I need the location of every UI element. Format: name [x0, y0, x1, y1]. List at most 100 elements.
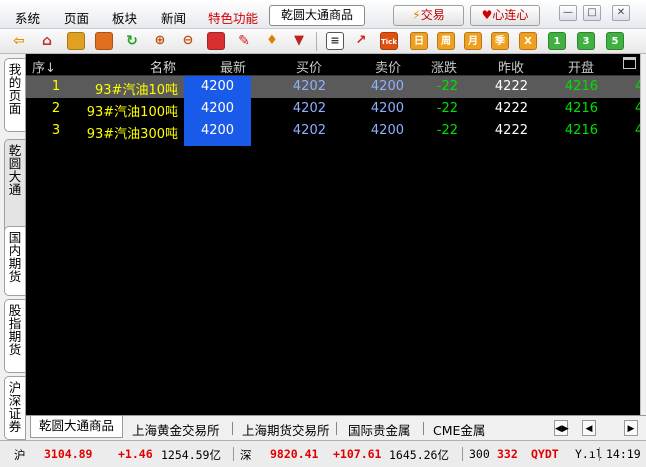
scroll-left-icon[interactable]: ◀ — [582, 420, 596, 436]
row-name: 93#汽油10吨 — [95, 83, 178, 98]
heart-icon: ♥ — [481, 8, 493, 22]
row-pre: 4222 — [494, 101, 528, 116]
row-idx: 2 — [51, 101, 61, 116]
table-row[interactable]: 1 93#汽油10吨 4200 4202 4200 -22 4222 4216 … — [26, 76, 640, 98]
lightning-icon: ⚡ — [412, 8, 421, 22]
row-ask: 4200 — [370, 123, 404, 138]
month-button[interactable]: 月 — [464, 32, 482, 50]
count2: 332 — [497, 447, 518, 461]
col-chg[interactable]: 涨跌 — [431, 57, 457, 76]
count: 300 — [469, 447, 490, 461]
tab-qianyuan[interactable]: 乾圆大通商品 — [30, 416, 124, 438]
min1-button[interactable]: 1 — [548, 32, 566, 50]
toolbar-divider — [316, 32, 317, 51]
col-open[interactable]: 开盘 — [568, 57, 594, 76]
side-tabs: 我的页面 乾圆大通 国内期货 股指期货 沪深证券 — [0, 54, 26, 440]
day-button[interactable]: 日 — [410, 32, 428, 50]
row-last: 4200 — [184, 120, 251, 142]
sh-index: 3104.89 — [44, 447, 93, 461]
sz-index: 9820.41 — [270, 447, 319, 461]
menu-sector[interactable]: 板块 — [112, 8, 137, 27]
week-button[interactable]: 周 — [437, 32, 455, 50]
zoom-in-icon[interactable]: ⊕ — [151, 32, 169, 50]
table-row[interactable]: 2 93#汽油100吨 4200 4202 4200 -22 4222 4216… — [26, 98, 640, 120]
sidetab-my-page[interactable]: 我的页面 — [4, 58, 25, 132]
col-name[interactable]: 名称 — [150, 57, 176, 76]
back-icon[interactable]: ⇦ — [10, 32, 28, 50]
market-tab[interactable]: 乾圆大通商品 — [269, 5, 365, 26]
window-icon[interactable] — [623, 57, 636, 69]
min5-button[interactable]: 5 — [606, 32, 624, 50]
menu-news[interactable]: 新闻 — [161, 8, 186, 27]
pen-icon[interactable]: ✎ — [235, 32, 253, 50]
f10-icon[interactable] — [95, 32, 113, 50]
tab-cme[interactable]: CME金属 — [433, 420, 485, 439]
scroll-right-icon[interactable]: ▶ — [624, 420, 638, 436]
sz-change: +107.61 — [333, 447, 382, 461]
grid-header: 序↓ 名称 最新 买价 卖价 涨跌 昨收 开盘 — [26, 54, 640, 76]
zoom-out-icon[interactable]: ⊖ — [179, 32, 197, 50]
bell-icon[interactable]: ♦ — [263, 32, 281, 50]
refresh-icon[interactable]: ↻ — [123, 32, 141, 50]
row-ask: 4200 — [370, 79, 404, 94]
row-last: 4200 — [184, 76, 251, 98]
tab-divider — [336, 422, 337, 435]
menu-system[interactable]: 系统 — [15, 8, 40, 27]
menu-special[interactable]: 特色功能 — [208, 8, 258, 27]
row-pre: 4222 — [494, 79, 528, 94]
sz-label: 深 — [240, 448, 252, 462]
home-icon[interactable]: ⌂ — [38, 32, 56, 50]
row-open: 4216 — [564, 101, 598, 116]
row-pre: 4222 — [494, 123, 528, 138]
minimize-button[interactable]: — — [559, 5, 577, 21]
quarter-button[interactable]: 季 — [491, 32, 509, 50]
sidetab-securities[interactable]: 沪深证券 — [4, 376, 25, 440]
row-last: 4200 — [184, 98, 251, 120]
row-idx: 1 — [51, 79, 61, 94]
sh-label: 沪 — [14, 448, 26, 462]
tab-intl-metals[interactable]: 国际贵金属 — [348, 420, 411, 439]
trade-label: 交易 — [420, 8, 445, 22]
row-open: 4216 — [564, 123, 598, 138]
trade-button[interactable]: ⚡交易 — [393, 5, 464, 26]
row-chg: -22 — [436, 123, 458, 138]
sz-amount: 1645.26亿 — [389, 448, 449, 462]
maximize-button[interactable]: □ — [583, 5, 601, 21]
row-ask: 4200 — [370, 101, 404, 116]
row-idx: 3 — [51, 123, 61, 138]
col-bid[interactable]: 买价 — [296, 57, 322, 76]
book-icon[interactable] — [67, 32, 85, 50]
status-divider — [599, 447, 600, 461]
table-row[interactable]: 3 93#汽油300吨 4200 4202 4200 -22 4222 4216… — [26, 120, 640, 142]
sidetab-index-futures[interactable]: 股指期货 — [4, 299, 25, 373]
filter-icon[interactable]: ▼ — [290, 32, 308, 50]
row-bid: 4202 — [292, 123, 326, 138]
sidetab-domestic-futures[interactable]: 国内期货 — [4, 226, 25, 296]
menu-bar: 系统 页面 板块 新闻 特色功能 乾圆大通商品 ⚡交易 ♥心连心 — □ ✕ — [0, 0, 646, 29]
x-button[interactable]: X — [519, 32, 537, 50]
sh-change: +1.46 — [118, 447, 153, 461]
xinlian-button[interactable]: ♥心连心 — [470, 5, 540, 26]
chart-icon[interactable]: ↗ — [352, 32, 370, 50]
tick-button[interactable]: Tick — [380, 32, 398, 50]
row-bid: 4202 — [292, 79, 326, 94]
status-divider — [233, 447, 234, 461]
row-name: 93#汽油100吨 — [86, 105, 178, 120]
col-ask[interactable]: 卖价 — [375, 57, 401, 76]
row-chg: -22 — [436, 79, 458, 94]
col-last[interactable]: 最新 — [220, 57, 246, 76]
menu-page[interactable]: 页面 — [64, 8, 89, 27]
list-icon[interactable]: ≡ — [326, 32, 344, 50]
windows-icon[interactable] — [207, 32, 225, 50]
close-button[interactable]: ✕ — [612, 5, 630, 21]
min3-button[interactable]: 3 — [577, 32, 595, 50]
qydt-label[interactable]: QYDT — [531, 447, 559, 461]
tab-shfe[interactable]: 上海期货交易所 — [242, 420, 330, 439]
tab-divider — [232, 422, 233, 435]
tabs-prev-icon[interactable]: ◀▶ — [554, 420, 569, 436]
sh-amount: 1254.59亿 — [161, 448, 221, 462]
col-idx[interactable]: 序↓ — [32, 57, 56, 76]
col-pre[interactable]: 昨收 — [498, 57, 524, 76]
vertical-scrollbar[interactable] — [640, 54, 646, 415]
tab-sge[interactable]: 上海黄金交易所 — [132, 420, 220, 439]
